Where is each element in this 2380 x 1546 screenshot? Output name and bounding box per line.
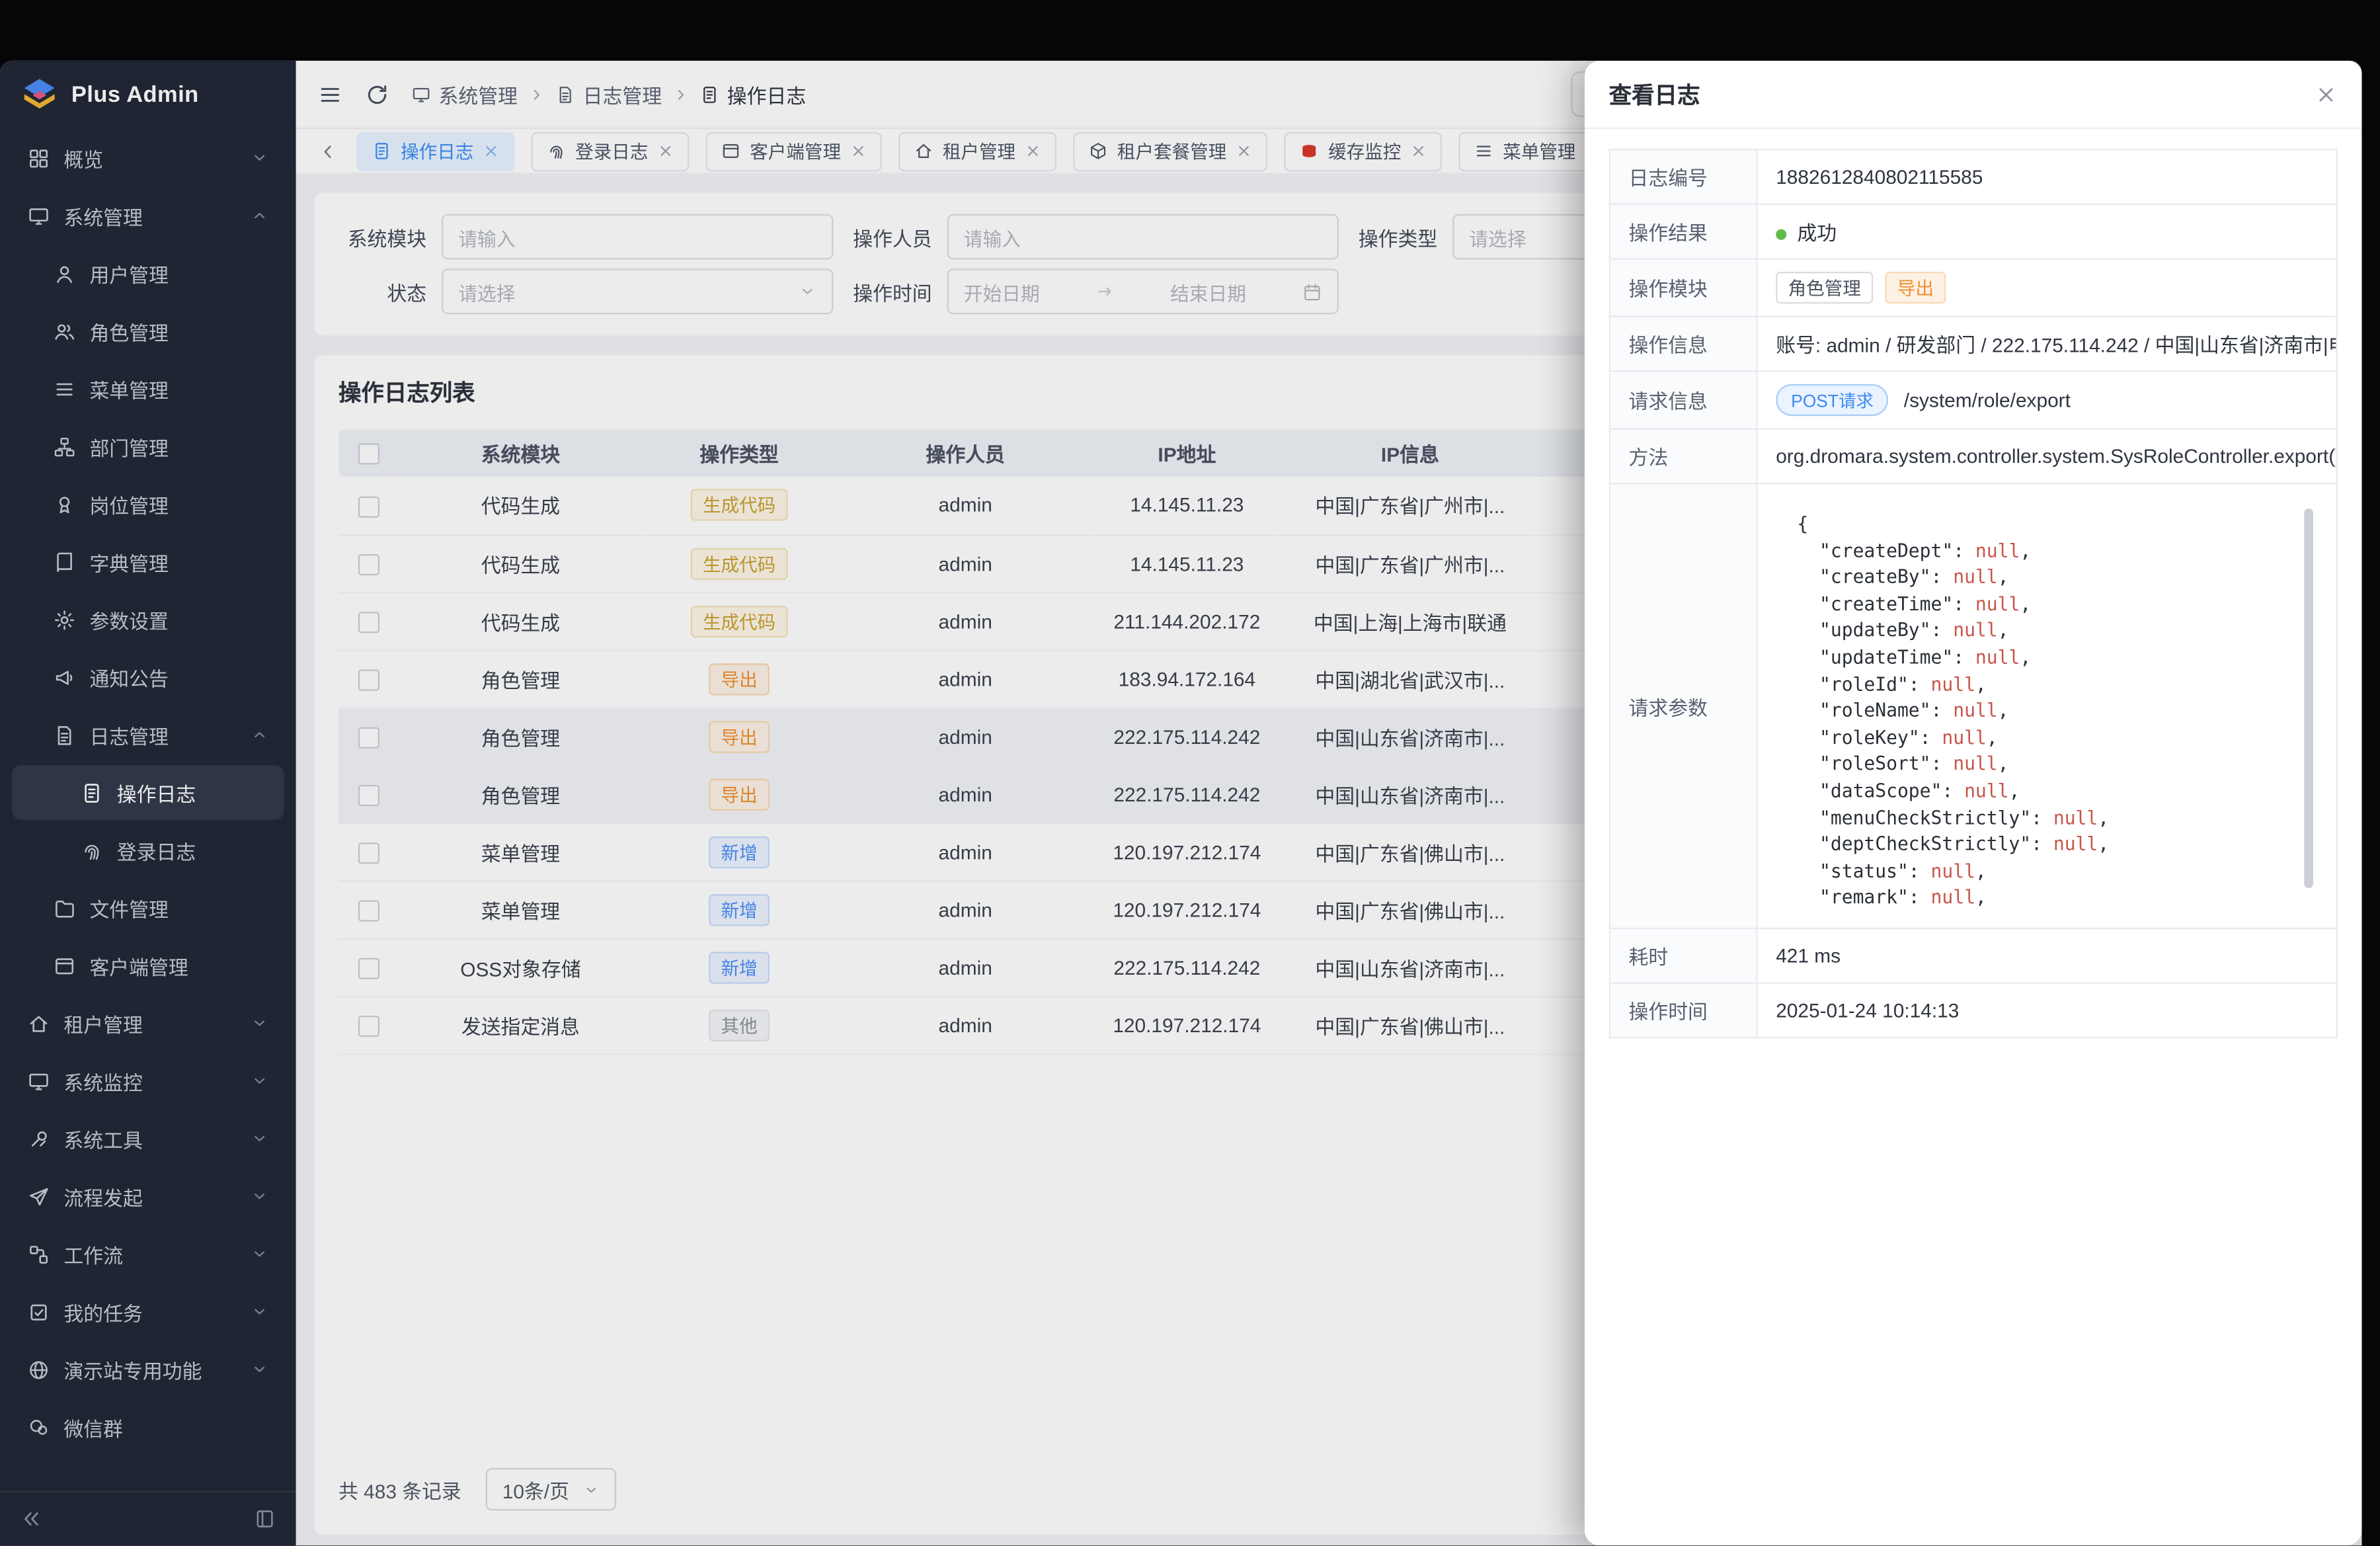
code-line: "createTime": null, <box>1797 592 2296 618</box>
close-icon[interactable] <box>2315 83 2337 105</box>
code-line: "updateBy": null, <box>1797 618 2296 645</box>
info-label: 操作信息 <box>1610 317 1757 372</box>
time-value: 2025-01-24 10:14:13 <box>1757 983 2337 1038</box>
info-value: 账号: admin / 研发部门 / 222.175.114.242 / 中国|… <box>1757 317 2337 372</box>
module-label: 操作模块 <box>1610 259 1757 316</box>
request-value: POST请求/system/role/export <box>1757 371 2337 428</box>
view-log-drawer: 查看日志 日志编号 1882612840802115585 操作结果 成功 操作… <box>1585 61 2362 1545</box>
result-value: 成功 <box>1757 204 2337 259</box>
code-line: { <box>1797 512 2296 538</box>
code-line: "roleId": null, <box>1797 672 2296 698</box>
log-detail-table: 日志编号 1882612840802115585 操作结果 成功 操作模块 角色… <box>1609 149 2338 1038</box>
code-scrollbar[interactable] <box>2304 509 2313 888</box>
drawer-body: 日志编号 1882612840802115585 操作结果 成功 操作模块 角色… <box>1585 129 2362 1058</box>
code-line: "status": null, <box>1797 859 2296 885</box>
code-line: "remark": null, <box>1797 885 2296 912</box>
app-window: Plus Admin 概览系统管理用户管理角色管理菜单管理部门管理岗位管理字典管… <box>0 61 2361 1545</box>
code-line: "deptCheckStrictly": null, <box>1797 832 2296 858</box>
method-value: org.dromara.system.controller.system.Sys… <box>1757 429 2337 484</box>
code-line: "createBy": null, <box>1797 565 2296 592</box>
detail-row-time: 操作时间 2025-01-24 10:14:13 <box>1610 983 2337 1038</box>
result-label: 操作结果 <box>1610 204 1757 259</box>
code-line: "updateTime": null, <box>1797 645 2296 672</box>
params-label: 请求参数 <box>1610 483 1757 928</box>
screen: Plus Admin 概览系统管理用户管理角色管理菜单管理部门管理岗位管理字典管… <box>0 0 2380 1546</box>
code-line: "roleKey": null, <box>1797 725 2296 752</box>
module-tag: 角色管理 <box>1776 272 1873 304</box>
detail-row-request: 请求信息 POST请求/system/role/export <box>1610 371 2337 428</box>
log-id-label: 日志编号 <box>1610 149 1757 204</box>
params-value: { "createDept": null, "createBy": null, … <box>1757 483 2337 928</box>
module-value: 角色管理 导出 <box>1757 259 2337 316</box>
success-dot-icon <box>1776 229 1786 240</box>
result-text: 成功 <box>1797 222 1837 244</box>
code-line: "menuCheckStrictly": null, <box>1797 805 2296 832</box>
request-label: 请求信息 <box>1610 371 1757 428</box>
code-line: "roleName": null, <box>1797 698 2296 725</box>
detail-row-params: 请求参数 { "createDept": null, "createBy": n… <box>1610 483 2337 928</box>
detail-row-log-id: 日志编号 1882612840802115585 <box>1610 149 2337 204</box>
code-line: "roleSort": null, <box>1797 752 2296 778</box>
time-label: 操作时间 <box>1610 983 1757 1038</box>
duration-value: 421 ms <box>1757 928 2337 983</box>
post-method-badge: POST请求 <box>1776 384 1889 416</box>
drawer-header: 查看日志 <box>1585 61 2362 129</box>
request-params-code[interactable]: { "createDept": null, "createBy": null, … <box>1776 497 2318 916</box>
request-path: /system/role/export <box>1904 388 2071 411</box>
detail-row-result: 操作结果 成功 <box>1610 204 2337 259</box>
detail-row-method: 方法 org.dromara.system.controller.system.… <box>1610 429 2337 484</box>
detail-row-info: 操作信息 账号: admin / 研发部门 / 222.175.114.242 … <box>1610 317 2337 372</box>
duration-label: 耗时 <box>1610 928 1757 983</box>
code-line: "createDept": null, <box>1797 538 2296 565</box>
code-line: "dataScope": null, <box>1797 779 2296 805</box>
detail-row-duration: 耗时 421 ms <box>1610 928 2337 983</box>
log-id-value: 1882612840802115585 <box>1757 149 2337 204</box>
action-tag: 导出 <box>1885 272 1946 304</box>
drawer-title: 查看日志 <box>1609 78 1700 110</box>
detail-row-module: 操作模块 角色管理 导出 <box>1610 259 2337 316</box>
method-label: 方法 <box>1610 429 1757 484</box>
